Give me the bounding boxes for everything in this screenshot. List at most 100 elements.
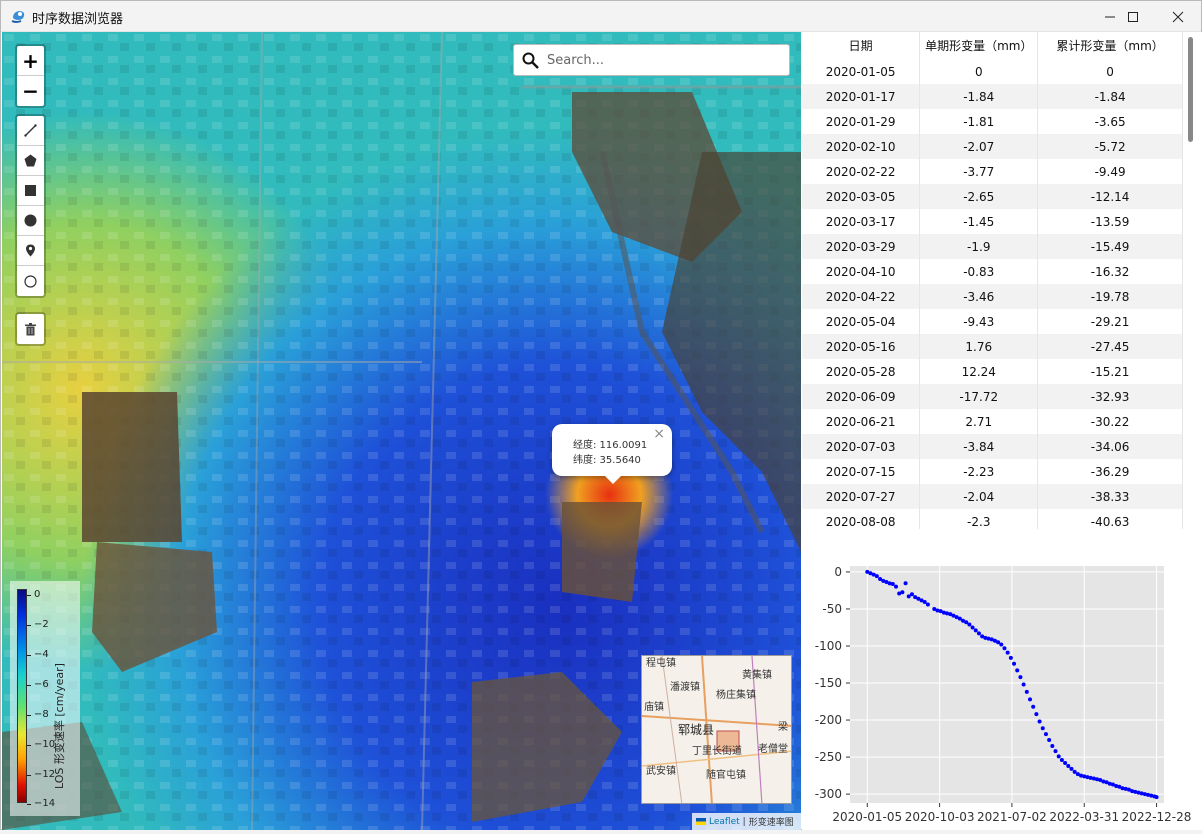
data-point [1053,749,1058,754]
cell-period: -2.04 [919,484,1039,509]
data-point [893,584,898,589]
cumulative-deformation-chart: 0 -50 -100 -150 -200 -250 -300 2020-01-05 2020-1… [802,529,1202,830]
table-row[interactable]: 2020-07-27 -2.04 -38.33 [802,484,1183,509]
minimap-place: 武安镇 [646,766,676,777]
ukraine-flag-icon [696,818,706,825]
cell-period: -9.43 [919,309,1039,334]
deformation-table[interactable]: 日期 单期形变量（mm） 累计形变量（mm） 2020-01-05 0 0 2020-… [802,32,1202,529]
minimap-place: 庙镇 [644,702,664,713]
table-row[interactable]: 2020-05-04 -9.43 -29.21 [802,309,1183,334]
maximize-icon [1128,11,1138,22]
y-tick-label: -100 [815,639,842,653]
table-row[interactable]: 2020-07-03 -3.84 -34.06 [802,434,1183,459]
rectangle-icon [25,185,36,196]
draw-polygon-button[interactable] [17,146,44,176]
circle-icon [24,214,37,227]
cell-date: 2020-03-17 [802,209,921,234]
column-header-period[interactable]: 单期形变量（mm） [919,32,1039,59]
table-row[interactable]: 2020-02-10 -2.07 -5.72 [802,134,1183,159]
cell-period: -3.84 [919,434,1039,459]
table-scrollbar[interactable] [1188,37,1193,142]
data-point [1012,661,1017,666]
title-bar: 时序数据浏览器 [1,1,1201,32]
table-row[interactable]: 2020-02-22 -3.77 -9.49 [802,159,1183,184]
table-row[interactable]: 2020-06-21 2.71 -30.22 [802,409,1183,434]
cell-date: 2020-05-04 [802,309,921,334]
table-row[interactable]: 2020-01-29 -1.81 -3.65 [802,109,1183,134]
cell-date: 2020-01-05 [802,59,921,84]
cell-date: 2020-01-29 [802,109,921,134]
legend-tick: −4 [27,649,49,660]
cell-date: 2020-04-10 [802,259,921,284]
table-row[interactable]: 2020-03-17 -1.45 -13.59 [802,209,1183,234]
table-row[interactable]: 2020-03-29 -1.9 -15.49 [802,234,1183,259]
data-point [1034,712,1039,717]
data-point [1002,646,1007,651]
cell-period: -1.81 [919,109,1039,134]
data-point [909,592,914,597]
data-point [999,642,1004,647]
cell-period: 0 [919,59,1039,84]
close-button[interactable] [1155,1,1201,32]
popup-close-button[interactable]: × [653,426,665,442]
table-row[interactable]: 2020-05-16 1.76 -27.45 [802,334,1183,359]
data-point [1059,758,1064,763]
table-row[interactable]: 2020-07-15 -2.23 -36.29 [802,459,1183,484]
map-attribution: Leaflet | 形变速率图 [692,813,801,830]
data-point [1027,697,1032,702]
cell-period: -2.23 [919,459,1039,484]
table-row[interactable]: 2020-01-05 0 0 [802,59,1183,84]
search-box [513,44,790,76]
table-row[interactable]: 2020-04-22 -3.46 -19.78 [802,284,1183,309]
column-header-cumulative[interactable]: 累计形变量（mm） [1037,32,1183,59]
cell-period: -2.65 [919,184,1039,209]
cell-cumulative: -15.21 [1037,359,1183,384]
cell-date: 2020-04-22 [802,284,921,309]
data-point [967,622,972,627]
cell-period: -3.46 [919,284,1039,309]
overview-minimap[interactable]: 程屯镇 潘渡镇 杨庄集镇 黄集镇 庙镇 郓城县 丁里长街道 老僧堂 武安镇 随官… [641,655,792,804]
legend-title: LOS 形变速率 [cm/year] [53,663,66,789]
search-input[interactable] [547,52,777,68]
table-row[interactable]: 2020-04-10 -0.83 -16.32 [802,259,1183,284]
draw-rectangle-button[interactable] [17,176,44,206]
x-tick-label: 2022-12-28 [1122,810,1192,824]
draw-circlemarker-button[interactable] [17,266,44,296]
cell-period: 1.76 [919,334,1039,359]
maximize-button[interactable] [1110,1,1156,32]
cell-cumulative: -16.32 [1037,259,1183,284]
cell-date: 2020-07-15 [802,459,921,484]
color-legend: 0 −2 −4 −6 −8 −10 −12 −14 LOS 形变速率 [cm/y… [10,581,80,816]
cell-period: 2.71 [919,409,1039,434]
minimap-place: 黄集镇 [742,670,772,681]
layer-attribution: 形变速率图 [748,818,794,828]
data-point [1021,682,1026,687]
zoom-in-button[interactable]: + [17,46,44,76]
data-point [1154,795,1159,800]
legend-tick: −8 [27,709,49,720]
data-point [1008,655,1013,660]
table-row[interactable]: 2020-06-09 -17.72 -32.93 [802,384,1183,409]
leaflet-link[interactable]: Leaflet [709,817,740,827]
table-row[interactable]: 2020-01-17 -1.84 -1.84 [802,84,1183,109]
table-row[interactable]: 2020-03-05 -2.65 -12.14 [802,184,1183,209]
cell-cumulative: -36.29 [1037,459,1183,484]
data-point [1037,719,1042,724]
table-row[interactable]: 2020-05-28 12.24 -15.21 [802,359,1183,384]
draw-polyline-button[interactable] [17,116,44,146]
table-row[interactable]: 2020-08-08 -2.3 -40.63 [802,509,1183,529]
y-tick-label: 0 [834,565,842,579]
cell-period: -17.72 [919,384,1039,409]
app-icon [11,11,25,23]
draw-circle-button[interactable] [17,206,44,236]
x-tick-label: 2020-01-05 [832,810,902,824]
cell-date: 2020-07-03 [802,434,921,459]
legend-tick: −2 [27,619,49,630]
column-header-date[interactable]: 日期 [802,32,921,59]
delete-layers-button[interactable] [17,314,44,344]
map-view[interactable]: + − Search... × 经度: 116.0091 纬度: 35.5640… [2,32,801,830]
minimap-place: 郓城县 [678,723,715,737]
draw-marker-button[interactable] [17,236,44,266]
data-point [903,581,908,586]
zoom-out-button[interactable]: − [17,76,44,106]
